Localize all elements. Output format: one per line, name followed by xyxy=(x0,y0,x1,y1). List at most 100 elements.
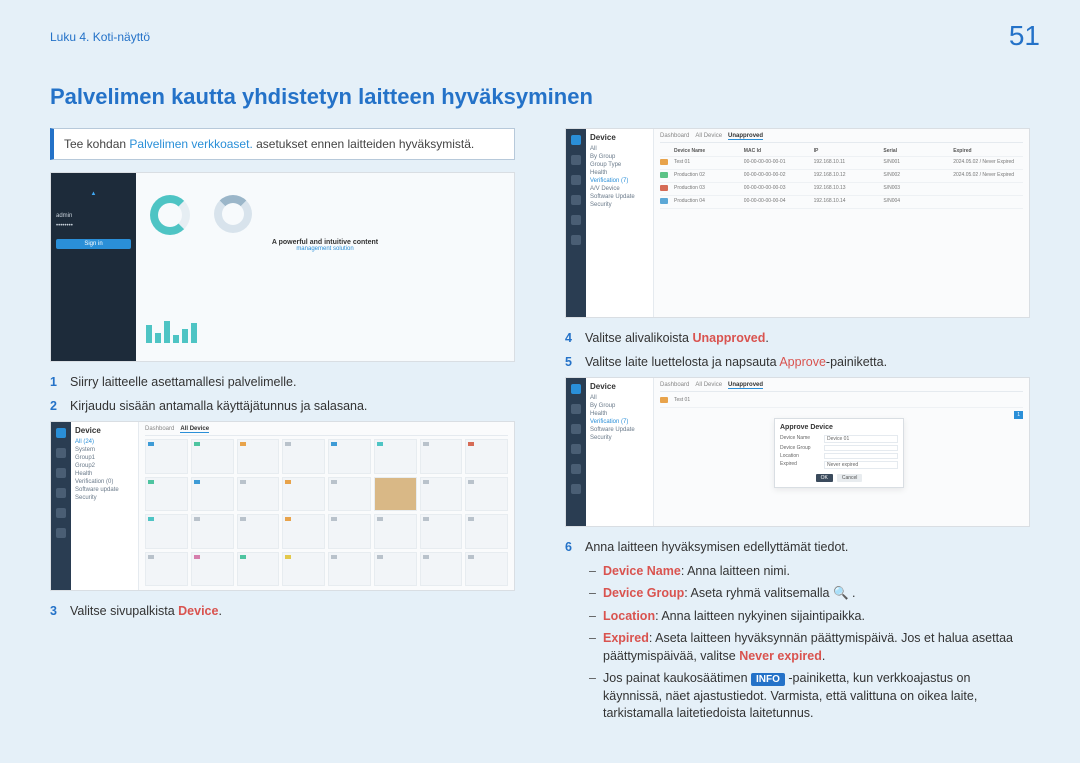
sidebar-item[interactable]: Security xyxy=(75,494,134,502)
sidebar-item[interactable]: Verification (7) xyxy=(590,418,649,426)
ui-term: Device xyxy=(178,604,218,618)
tab[interactable]: All Device xyxy=(695,382,722,389)
sidebar-item[interactable]: Verification (0) xyxy=(75,478,134,486)
step-number: 5 xyxy=(565,354,575,372)
login-username: admin xyxy=(56,213,131,219)
sidebar-item[interactable]: Health xyxy=(590,410,649,418)
table-row[interactable]: Test 0100-00-00-00-00-01192.168.10.11S/N… xyxy=(660,157,1023,170)
panel-title: Device xyxy=(590,382,649,391)
sidebar-item[interactable]: All xyxy=(590,145,649,153)
sidebar-item[interactable]: Verification (7) xyxy=(590,177,649,185)
sidebar-item[interactable]: All (24) xyxy=(75,438,134,446)
screenshot-device-grid: Device All (24) System Group1 Group2 Hea… xyxy=(50,421,515,591)
detail-text: : Anna laitteen nykyinen sijaintipaikka. xyxy=(655,609,865,623)
device-icon xyxy=(660,185,668,191)
donut-chart-icon xyxy=(214,195,252,233)
page-title: Palvelimen kautta yhdistetyn laitteen hy… xyxy=(50,84,1030,110)
detail-item: Location: Anna laitteen nykyinen sijaint… xyxy=(589,608,1030,626)
sidebar-item[interactable]: Health xyxy=(590,169,649,177)
step-text: Valitse alivalikoista Unapproved. xyxy=(585,330,769,348)
cancel-button[interactable]: Cancel xyxy=(837,474,863,482)
ui-term: Unapproved xyxy=(692,331,765,345)
sidebar-item[interactable]: Software Update xyxy=(590,193,649,201)
tab[interactable]: All Device xyxy=(695,133,722,140)
tab-bar: Dashboard All Device Unapproved xyxy=(660,382,1023,392)
tab-bar: Dashboard All Device xyxy=(145,426,508,436)
tab[interactable]: Dashboard xyxy=(660,382,689,389)
tab[interactable]: All Device xyxy=(180,426,209,433)
table-row[interactable]: Production 0200-00-00-00-00-02192.168.10… xyxy=(660,170,1023,183)
app-left-nav xyxy=(51,422,71,590)
sidebar-item[interactable]: Security xyxy=(590,434,649,442)
field-label: Location xyxy=(780,453,820,459)
text: Valitse alivalikoista xyxy=(585,331,692,345)
field-label: Expired xyxy=(780,461,820,469)
page-number: 51 xyxy=(1009,20,1040,52)
app-logo-icon: ▲ xyxy=(56,179,131,209)
step-number: 3 xyxy=(50,603,60,621)
device-icon xyxy=(660,159,668,165)
tab[interactable]: Dashboard xyxy=(660,133,689,140)
ui-term: Never expired xyxy=(739,649,822,663)
search-icon: 🔍 xyxy=(833,586,849,600)
detail-text: Jos painat kaukosäätimen xyxy=(603,671,751,685)
ok-button[interactable]: OK xyxy=(816,474,833,482)
pager[interactable]: 1 xyxy=(1014,411,1023,419)
text: -painiketta. xyxy=(826,355,887,369)
bar-chart-icon xyxy=(146,321,197,343)
sidebar-item[interactable]: By Group xyxy=(590,402,649,410)
step-text: Kirjaudu sisään antamalla käyttäjätunnus… xyxy=(70,398,367,416)
table-row[interactable]: Production 0300-00-00-00-00-03192.168.10… xyxy=(660,183,1023,196)
callout-link: Palvelimen verkkoaset. xyxy=(129,137,252,151)
sidebar-item[interactable]: Group1 xyxy=(75,454,134,462)
device-grid xyxy=(145,439,508,586)
sidebar-item[interactable]: A/V Device xyxy=(590,185,649,193)
tab[interactable]: Unapproved xyxy=(728,133,763,140)
modal-title: Approve Device xyxy=(780,424,898,431)
device-name-input[interactable]: Device 01 xyxy=(824,435,898,443)
sidebar-item[interactable]: Group2 xyxy=(75,462,134,470)
sidebar-item[interactable]: Software update xyxy=(75,486,134,494)
panel-title: Device xyxy=(590,133,649,142)
step-number: 6 xyxy=(565,539,575,557)
table-row[interactable]: Production 0400-00-00-00-00-04192.168.10… xyxy=(660,196,1023,209)
step-text: Valitse laite luettelosta ja napsauta Ap… xyxy=(585,354,887,372)
app-logo-icon xyxy=(56,428,66,438)
step-text: Valitse sivupalkista Device. xyxy=(70,603,222,621)
hero-subhead: management solution xyxy=(144,246,506,252)
step-number: 1 xyxy=(50,374,60,392)
chapter-label: Luku 4. Koti-näyttö xyxy=(50,30,1030,44)
sidebar-item[interactable]: Group Type xyxy=(590,161,649,169)
sidebar-item[interactable]: By Group xyxy=(590,153,649,161)
callout-text-a: Tee kohdan xyxy=(64,137,129,151)
sidebar-item[interactable]: Software Update xyxy=(590,426,649,434)
tab[interactable]: Unapproved xyxy=(728,382,763,389)
detail-text: . xyxy=(849,586,856,600)
detail-key: Device Group xyxy=(603,586,684,600)
login-password: •••••••• xyxy=(56,223,131,229)
expired-input[interactable]: Never expired xyxy=(824,461,898,469)
sidebar-item[interactable]: All xyxy=(590,394,649,402)
device-icon xyxy=(660,198,668,204)
sidebar-item[interactable]: System xyxy=(75,446,134,454)
screenshot-unapproved-list: Device All By Group Group Type Health Ve… xyxy=(565,128,1030,318)
info-badge-icon: INFO xyxy=(751,673,785,686)
table-row[interactable]: Test 01 xyxy=(660,395,1023,408)
app-left-nav xyxy=(566,129,586,317)
device-icon xyxy=(660,172,668,178)
detail-item: Expired: Aseta laitteen hyväksynnän päät… xyxy=(589,630,1030,665)
donut-chart-icon xyxy=(150,195,190,235)
detail-item: Jos painat kaukosäätimen INFO -painikett… xyxy=(589,670,1030,723)
sidebar-item[interactable]: Health xyxy=(75,470,134,478)
sidebar-item[interactable]: Security xyxy=(590,201,649,209)
tab[interactable]: Dashboard xyxy=(145,426,174,433)
device-group-input[interactable] xyxy=(824,445,898,451)
hero-headline: A powerful and intuitive content xyxy=(144,239,506,246)
field-label: Device Name xyxy=(780,435,820,443)
signin-button[interactable]: Sign in xyxy=(56,239,131,249)
app-logo-icon xyxy=(571,135,581,145)
location-input[interactable] xyxy=(824,453,898,459)
app-logo-icon xyxy=(571,384,581,394)
tab-bar: Dashboard All Device Unapproved xyxy=(660,133,1023,143)
text: . xyxy=(765,331,768,345)
